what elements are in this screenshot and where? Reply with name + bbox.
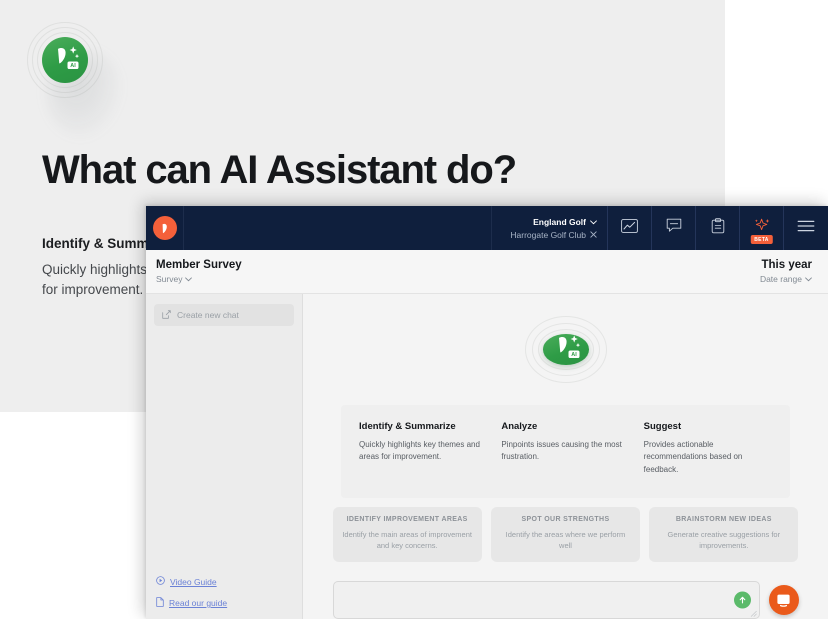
club-name-label: Harrogate Golf Club <box>510 229 586 240</box>
ai-assistant-hero-logo: AI <box>524 316 607 383</box>
nav-item-menu[interactable] <box>784 206 828 250</box>
chat-input[interactable] <box>333 582 759 618</box>
background-ai-logo: AI <box>27 22 103 98</box>
arrow-up-icon <box>739 596 745 604</box>
prompt-suggestion-chip[interactable]: BRAINSTORM NEW IDEAS Generate creative s… <box>649 507 799 562</box>
sidebar-link-label: Video Guide <box>170 576 217 587</box>
sidebar-link-read-our-guide[interactable]: Read our guide <box>154 597 294 609</box>
date-range-label: Date range <box>759 274 802 284</box>
close-icon[interactable] <box>590 230 597 240</box>
intercom-chat-icon <box>777 594 790 607</box>
capability-card-title: Suggest <box>643 420 682 432</box>
nav-item-ai-assistant[interactable]: BETA <box>740 206 784 250</box>
create-new-chat-label: Create new chat <box>177 310 239 320</box>
page-title: Member Survey <box>156 259 242 271</box>
messages-icon <box>666 218 682 238</box>
chevron-down-icon <box>805 274 812 284</box>
chip-body: Generate creative suggestions for improv… <box>667 530 781 550</box>
chip-title: BRAINSTORM NEW IDEAS <box>675 516 772 523</box>
date-range-group[interactable]: This year Date range <box>760 259 812 284</box>
top-navigation-bar: England Golf Harrogate Golf Club BETA <box>146 206 828 250</box>
nav-item-tasks[interactable] <box>696 206 740 250</box>
intercom-launcher-button[interactable] <box>768 585 799 615</box>
capability-card-body: Pinpoints issues causing the most frustr… <box>501 439 622 462</box>
breadcrumb-label: Survey <box>156 274 183 284</box>
capability-cards: Identify & Summarize Quickly highlights … <box>341 404 790 498</box>
compose-icon <box>162 309 171 321</box>
organisation-name[interactable]: England Golf <box>533 217 597 227</box>
beta-badge: BETA <box>750 235 773 244</box>
nav-logo-cell[interactable] <box>146 206 184 250</box>
nav-item-analytics[interactable] <box>608 206 652 250</box>
send-button[interactable] <box>733 591 751 609</box>
chip-title: IDENTIFY IMPROVEMENT AREAS <box>346 516 468 523</box>
chat-sidebar: Create new chat Video Guide Read our gui… <box>146 294 303 619</box>
nav-item-messages[interactable] <box>652 206 696 250</box>
ai-assistant-logo-icon: AI <box>542 334 589 365</box>
capability-card-body: Provides actionable recommendations base… <box>643 439 743 474</box>
create-new-chat-button[interactable]: Create new chat <box>154 304 294 326</box>
chip-title: SPOT OUR STRENGTHS <box>521 516 610 523</box>
sidebar-link-video-guide[interactable]: Video Guide <box>154 576 294 587</box>
organisation-name-label: England Golf <box>533 216 586 227</box>
page-title-group: Member Survey Survey <box>156 259 242 284</box>
resize-grip[interactable] <box>750 610 757 617</box>
app-window: England Golf Harrogate Golf Club BETA Me… <box>146 206 828 619</box>
capability-card: Identify & Summarize Quickly highlights … <box>359 421 487 477</box>
composer-row <box>332 581 799 619</box>
nav-spacer <box>184 206 493 250</box>
club-chip[interactable]: Harrogate Golf Club <box>510 230 597 240</box>
clipboard-icon <box>711 217 725 239</box>
date-range-value: This year <box>761 259 813 271</box>
play-circle-icon <box>156 576 165 587</box>
organisation-selector[interactable]: England Golf Harrogate Golf Club <box>492 206 608 250</box>
page-subheader: Member Survey Survey This year Date rang… <box>146 250 828 294</box>
prompt-suggestion-chips: IDENTIFY IMPROVEMENT AREAS Identify the … <box>332 507 799 562</box>
hero-logo-badge-text: AI <box>571 352 577 358</box>
chip-body: Identify the areas where we perform well <box>505 530 626 550</box>
ai-assistant-logo-icon: AI <box>42 37 88 83</box>
capability-card-body: Quickly highlights key themes and areas … <box>359 439 480 462</box>
chat-main-panel: AI Identify & Summarize Quickly highligh… <box>303 294 828 619</box>
capability-card-title: Analyze <box>501 420 538 432</box>
svg-text:AI: AI <box>70 63 76 69</box>
capability-card: Analyze Pinpoints issues causing the mos… <box>501 421 629 477</box>
prompt-suggestion-chip[interactable]: SPOT OUR STRENGTHS Identify the areas wh… <box>490 507 641 562</box>
analytics-icon <box>621 218 638 238</box>
hamburger-menu-icon <box>797 219 815 238</box>
chevron-down-icon <box>185 274 193 284</box>
chat-history-list <box>154 326 294 576</box>
app-body: Create new chat Video Guide Read our gui… <box>146 294 828 619</box>
breadcrumb[interactable]: Survey <box>156 274 242 284</box>
prompt-suggestion-chip[interactable]: IDENTIFY IMPROVEMENT AREAS Identify the … <box>332 507 482 562</box>
chip-body: Identify the main areas of improvement a… <box>342 530 472 550</box>
sidebar-link-label: Read our guide <box>169 598 228 608</box>
pitchero-logo-icon[interactable] <box>152 216 177 240</box>
background-page-heading: What can AI Assistant do? <box>42 148 517 192</box>
date-range-selector[interactable]: Date range <box>760 274 812 284</box>
chat-composer[interactable] <box>332 581 760 619</box>
capability-card-title: Identify & Summarize <box>359 420 456 432</box>
capability-card: Suggest Provides actionable recommendati… <box>644 421 772 477</box>
chevron-down-icon <box>590 217 597 227</box>
document-icon <box>156 597 164 609</box>
